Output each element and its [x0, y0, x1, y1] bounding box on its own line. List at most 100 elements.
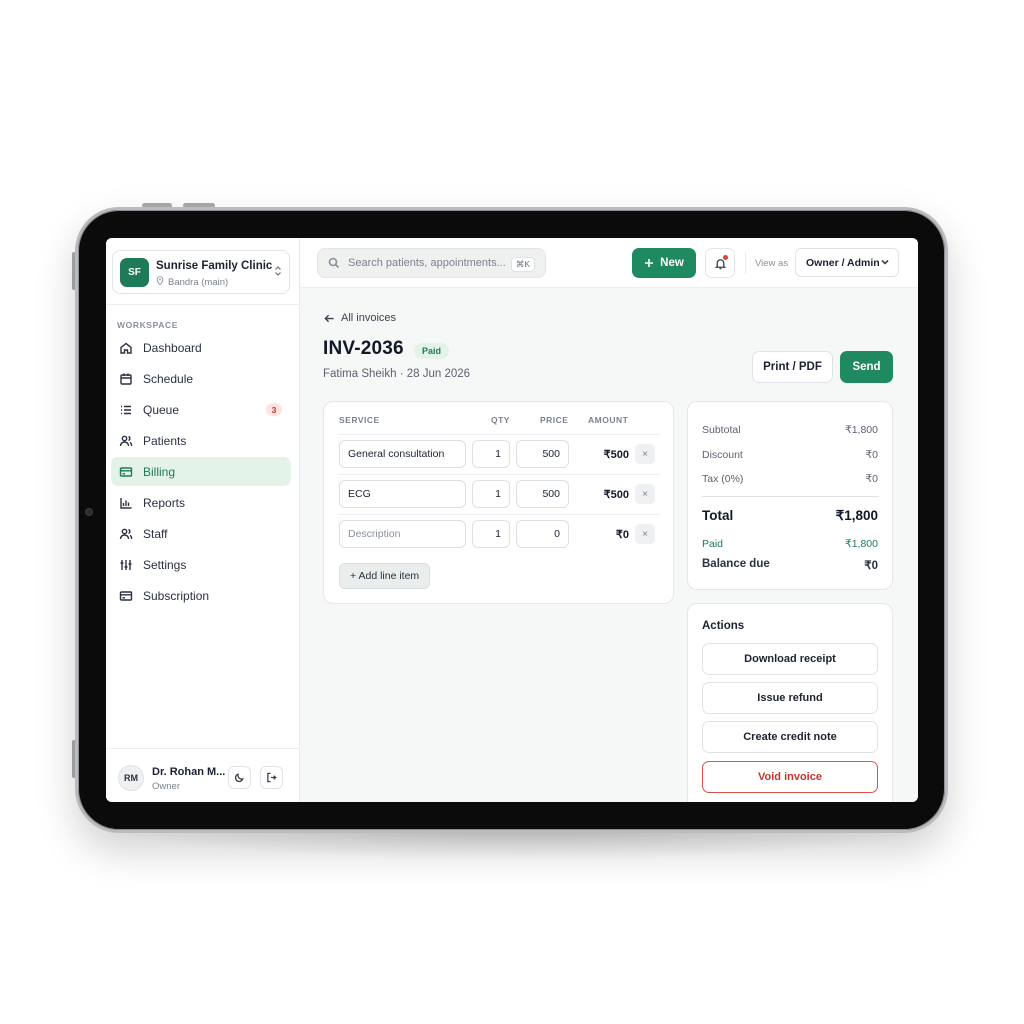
remove-line-button[interactable]: × — [635, 524, 655, 544]
sidebar-item-billing[interactable]: Billing — [111, 457, 291, 486]
sidebar-item-patients[interactable]: Patients — [111, 426, 291, 455]
add-line-item-button[interactable]: + Add line item — [339, 563, 431, 589]
totals-divider — [702, 496, 879, 497]
view-as-label: View as — [755, 258, 789, 269]
card-icon — [119, 589, 133, 603]
org-location-label: Bandra (main) — [168, 276, 229, 288]
price-input[interactable]: 0 — [516, 520, 569, 548]
balance-due-label: Balance due — [702, 558, 770, 570]
user-group-icon — [119, 527, 133, 541]
org-location: Bandra (main) — [156, 276, 228, 288]
notification-dot — [723, 255, 728, 260]
create-credit-note-button[interactable]: Create credit note — [702, 721, 878, 753]
plus-icon — [644, 258, 654, 268]
chevron-down-icon — [880, 257, 890, 267]
sidebar-nav: Dashboard Schedule Queue 3 Patients Bill… — [111, 333, 291, 612]
sidebar-item-reports[interactable]: Reports — [111, 488, 291, 517]
search-icon — [328, 257, 348, 269]
view-as-select[interactable]: Owner / Admin — [795, 248, 899, 277]
notifications-button[interactable] — [705, 248, 735, 278]
totals-card: Subtotal ₹1,800 Discount ₹0 Tax (0%) ₹0 … — [687, 401, 893, 590]
theme-toggle-button[interactable] — [228, 766, 251, 789]
subtotal-label: Subtotal — [702, 424, 741, 436]
sidebar-item-dashboard[interactable]: Dashboard — [111, 333, 291, 362]
download-receipt-button[interactable]: Download receipt — [702, 643, 878, 675]
tax-label: Tax (0%) — [702, 473, 744, 485]
section-label: WORKSPACE — [117, 320, 178, 330]
service-input[interactable]: General consultation — [339, 440, 466, 468]
search-placeholder: Search patients, appointments... — [348, 257, 506, 269]
line-items-card: SERVICE QTY PRICE AMOUNT General consult… — [323, 401, 674, 604]
actions-title: Actions — [702, 620, 745, 632]
print-pdf-button[interactable]: Print / PDF — [752, 351, 833, 383]
calendar-icon — [119, 372, 133, 386]
close-icon: × — [642, 488, 648, 500]
remove-line-button[interactable]: × — [635, 484, 655, 504]
user-name: Dr. Rohan M... — [152, 766, 226, 778]
total-label: Total — [702, 508, 734, 523]
service-input[interactable]: ECG — [339, 480, 466, 508]
sliders-icon — [119, 558, 133, 572]
issue-refund-button[interactable]: Issue refund — [702, 682, 878, 714]
column-header-qty: QTY — [491, 415, 510, 425]
table-divider — [338, 434, 660, 435]
table-divider — [338, 474, 660, 475]
org-name: Sunrise Family Clinic — [156, 260, 273, 272]
search-shortcut: ⌘K — [510, 257, 535, 272]
sidebar-item-subscription[interactable]: Subscription — [111, 581, 291, 610]
invoice-subtitle: Fatima Sheikh · 28 Jun 2026 — [323, 368, 471, 380]
front-camera — [86, 509, 92, 515]
sidebar-item-label: Billing — [143, 464, 176, 479]
users-icon — [119, 434, 133, 448]
price-input[interactable]: 500 — [516, 480, 569, 508]
qty-input[interactable]: 1 — [472, 480, 510, 508]
line-amount: ₹0 — [615, 529, 629, 541]
search-input[interactable]: Search patients, appointments... ⌘K — [317, 248, 546, 278]
new-button-label: New — [660, 257, 684, 269]
queue-count-badge: 3 — [266, 403, 282, 416]
logout-button[interactable] — [260, 766, 283, 789]
topbar: Search patients, appointments... ⌘K New … — [300, 238, 918, 288]
page-title: INV-2036 — [323, 338, 404, 359]
user-bar: RM Dr. Rohan M... Owner — [106, 748, 300, 802]
sidebar-item-label: Settings — [143, 557, 187, 572]
line-amount: ₹500 — [603, 489, 629, 501]
topbar-divider — [745, 252, 746, 274]
avatar[interactable]: RM — [118, 765, 144, 791]
discount-label: Discount — [702, 449, 743, 461]
paid-value: ₹1,800 — [845, 538, 878, 550]
remove-line-button[interactable]: × — [635, 444, 655, 464]
service-input[interactable]: Description — [339, 520, 466, 548]
paid-label: Paid — [702, 538, 724, 550]
price-input[interactable]: 500 — [516, 440, 569, 468]
total-value: ₹1,800 — [835, 508, 878, 523]
actions-card: Actions Download receipt Issue refund Cr… — [687, 603, 893, 802]
table-divider — [338, 514, 660, 515]
sidebar: SF Sunrise Family Clinic Bandra (main) W… — [106, 238, 300, 802]
balance-due-value: ₹0 — [864, 560, 878, 572]
column-header-amount: AMOUNT — [588, 415, 629, 425]
status-badge: Paid — [414, 343, 450, 359]
org-logo: SF — [120, 258, 149, 287]
new-button[interactable]: New — [632, 248, 696, 278]
user-role: Owner — [152, 781, 180, 792]
column-header-price: PRICE — [540, 415, 569, 425]
sidebar-item-label: Subscription — [143, 588, 210, 603]
sidebar-divider — [106, 304, 300, 305]
sidebar-item-staff[interactable]: Staff — [111, 519, 291, 548]
qty-input[interactable]: 1 — [472, 520, 510, 548]
sidebar-item-settings[interactable]: Settings — [111, 550, 291, 579]
back-link[interactable]: All invoices — [324, 312, 396, 324]
void-invoice-button[interactable]: Void invoice — [702, 761, 878, 793]
sidebar-item-label: Queue — [143, 402, 180, 417]
moon-icon — [234, 772, 245, 783]
sidebar-item-label: Reports — [143, 495, 186, 510]
org-switcher[interactable]: SF Sunrise Family Clinic Bandra (main) — [112, 250, 290, 294]
list-icon — [119, 403, 133, 417]
view-as-value: Owner / Admin — [806, 256, 880, 269]
sidebar-item-queue[interactable]: Queue 3 — [111, 395, 291, 424]
sidebar-item-schedule[interactable]: Schedule — [111, 364, 291, 393]
qty-input[interactable]: 1 — [472, 440, 510, 468]
send-button[interactable]: Send — [840, 351, 893, 383]
back-link-label: All invoices — [341, 312, 397, 324]
